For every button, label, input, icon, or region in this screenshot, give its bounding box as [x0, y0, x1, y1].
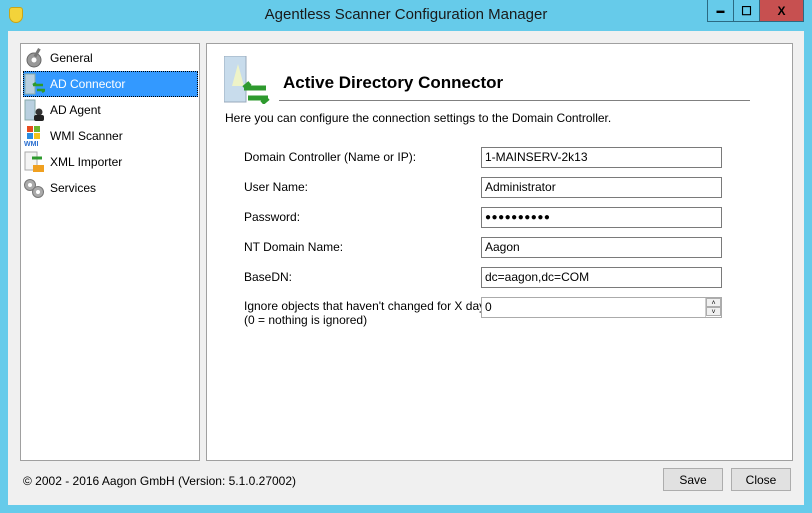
settings-panel: Active Directory Connector Here you can …: [206, 43, 793, 461]
ignore-days-stepper[interactable]: 0 ˄ ˅: [481, 297, 722, 318]
sidebar-item-label: AD Agent: [50, 103, 101, 117]
sidebar-item-label: XML Importer: [50, 155, 123, 169]
window-title: Agentless Scanner Configuration Manager: [264, 6, 548, 23]
sidebar-item-xml-importer[interactable]: XML Importer: [23, 149, 198, 175]
minimize-button[interactable]: ▬: [707, 0, 734, 22]
user-name-label: User Name:: [244, 180, 309, 194]
page-description: Here you can configure the connection se…: [225, 111, 612, 125]
basedn-label: BaseDN:: [244, 270, 293, 284]
basedn-input[interactable]: dc=aagon,dc=COM: [481, 267, 722, 288]
xml-import-icon: [23, 151, 45, 173]
sidebar: General AD Connector AD Agent WMI WMI Sc…: [20, 43, 200, 461]
sidebar-item-label: Services: [50, 181, 97, 195]
server-arrows-icon: [223, 55, 270, 105]
stepper-up-button[interactable]: ˄: [706, 298, 721, 307]
sidebar-item-wmi-scanner[interactable]: WMI WMI Scanner: [23, 123, 198, 149]
gears-icon: [23, 177, 45, 199]
password-input[interactable]: ●●●●●●●●●●: [481, 207, 722, 228]
copyright-text: © 2002 - 2016 Aagon GmbH (Version: 5.1.0…: [23, 474, 297, 488]
domain-controller-input[interactable]: 1-MAINSERV-2k13: [481, 147, 722, 168]
sidebar-item-general[interactable]: General: [23, 45, 198, 71]
sidebar-item-ad-agent[interactable]: AD Agent: [23, 97, 198, 123]
ignore-days-value[interactable]: 0: [485, 300, 492, 314]
gear-wrench-icon: [23, 47, 45, 69]
stepper-buttons: ˄ ˅: [705, 298, 721, 317]
password-label: Password:: [244, 210, 301, 224]
sidebar-item-services[interactable]: Services: [23, 175, 198, 201]
sidebar-item-ad-connector[interactable]: AD Connector: [23, 71, 198, 97]
stepper-down-button[interactable]: ˅: [706, 307, 721, 316]
client-area: General AD Connector AD Agent WMI WMI Sc…: [8, 31, 804, 505]
maximize-button[interactable]: ☐: [734, 0, 760, 22]
save-button[interactable]: Save: [663, 468, 723, 491]
ignore-days-label: Ignore objects that haven't changed for …: [244, 299, 495, 313]
svg-text:WMI: WMI: [24, 141, 38, 147]
windows-wmi-icon: WMI: [23, 125, 45, 148]
user-name-input[interactable]: Administrator: [481, 177, 722, 198]
sidebar-item-label: AD Connector: [50, 77, 126, 91]
server-arrows-icon: [23, 73, 46, 95]
close-button[interactable]: Close: [731, 468, 791, 491]
page-title: Active Directory Connector: [283, 73, 504, 92]
title-divider: [279, 100, 750, 101]
domain-controller-label: Domain Controller (Name or IP):: [244, 150, 417, 164]
close-window-button[interactable]: X: [759, 0, 804, 22]
nt-domain-input[interactable]: Aagon: [481, 237, 722, 258]
nt-domain-label: NT Domain Name:: [244, 240, 344, 254]
sidebar-item-label: General: [50, 51, 93, 65]
ignore-days-sublabel: (0 = nothing is ignored): [244, 313, 368, 327]
server-agent-icon: [23, 99, 45, 121]
sidebar-item-label: WMI Scanner: [50, 129, 123, 143]
title-bar: Agentless Scanner Configuration Manager …: [0, 0, 812, 32]
